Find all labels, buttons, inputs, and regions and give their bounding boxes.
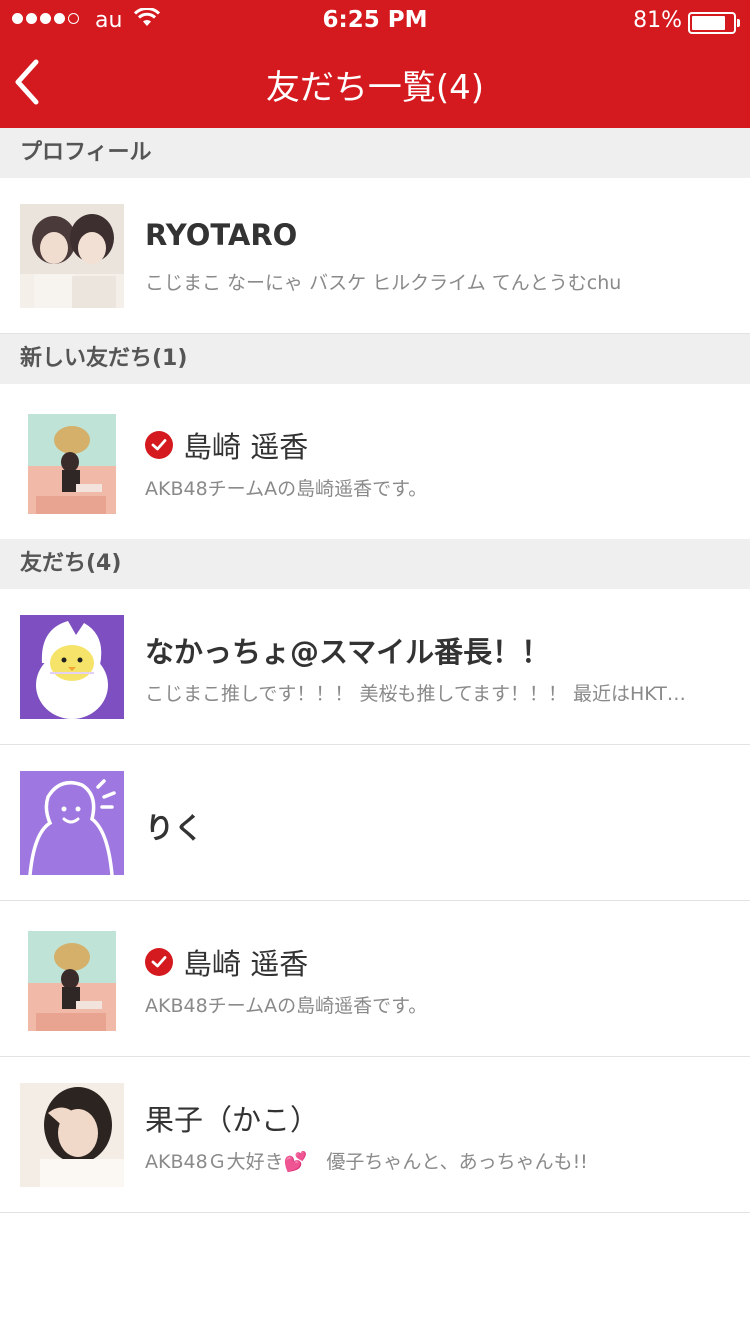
friend-avatar [20, 771, 124, 875]
friend-avatar [20, 927, 124, 1031]
friend-status-message: こじまこ推しです！！！ 美桜も推してます！！！ 最近はHKT… [145, 683, 686, 705]
friend-row[interactable]: 島崎 遥香 AKB48チームAの島崎遥香です。 [0, 901, 750, 1057]
section-header-new-friends: 新しい友だち(1) [0, 334, 750, 384]
header: au 6:25 PM 81% 友だち一覧(4) [0, 0, 750, 128]
friend-avatar [20, 1083, 124, 1187]
friend-avatar [20, 410, 124, 514]
battery-icon [688, 12, 740, 34]
profile-name: RYOTARO [145, 218, 298, 252]
profile-avatar [20, 204, 124, 308]
friend-row[interactable]: りく [0, 745, 750, 901]
section-header-friends: 友だち(4) [0, 539, 750, 589]
friend-name: りく [145, 811, 204, 845]
verified-check-icon [145, 948, 173, 976]
navigation-bar: 友だち一覧(4) [0, 40, 750, 128]
friend-status-message: AKB48チームAの島崎遥香です。 [145, 478, 428, 500]
friend-row[interactable]: 果子（かこ） AKB48Ｇ大好き💕 優子ちゃんと、あっちゃんも!! [0, 1057, 750, 1213]
friend-name: なかっちょ@スマイル番長！！ [145, 635, 551, 669]
section-header-profile: プロフィール [0, 128, 750, 178]
friend-name: 島崎 遥香 [145, 941, 308, 983]
friend-name: 島崎 遥香 [145, 424, 308, 466]
profile-status-message: こじまこ なーにゃ バスケ ヒルクライム てんとうむchu [145, 272, 622, 294]
battery-percentage: 81% [633, 8, 682, 33]
profile-row[interactable]: RYOTARO こじまこ なーにゃ バスケ ヒルクライム てんとうむchu [0, 178, 750, 334]
verified-check-icon [145, 431, 173, 459]
page-title: 友だち一覧(4) [265, 68, 485, 108]
friend-avatar [20, 615, 124, 719]
status-bar: au 6:25 PM 81% [0, 0, 750, 40]
friend-status-message: AKB48Ｇ大好き💕 優子ちゃんと、あっちゃんも!! [145, 1151, 588, 1173]
friend-name: 果子（かこ） [145, 1103, 320, 1137]
friend-row[interactable]: 島崎 遥香 AKB48チームAの島崎遥香です。 [0, 384, 750, 539]
friend-row[interactable]: なかっちょ@スマイル番長！！ こじまこ推しです！！！ 美桜も推してます！！！ 最… [0, 589, 750, 745]
friend-status-message: AKB48チームAの島崎遥香です。 [145, 995, 428, 1017]
